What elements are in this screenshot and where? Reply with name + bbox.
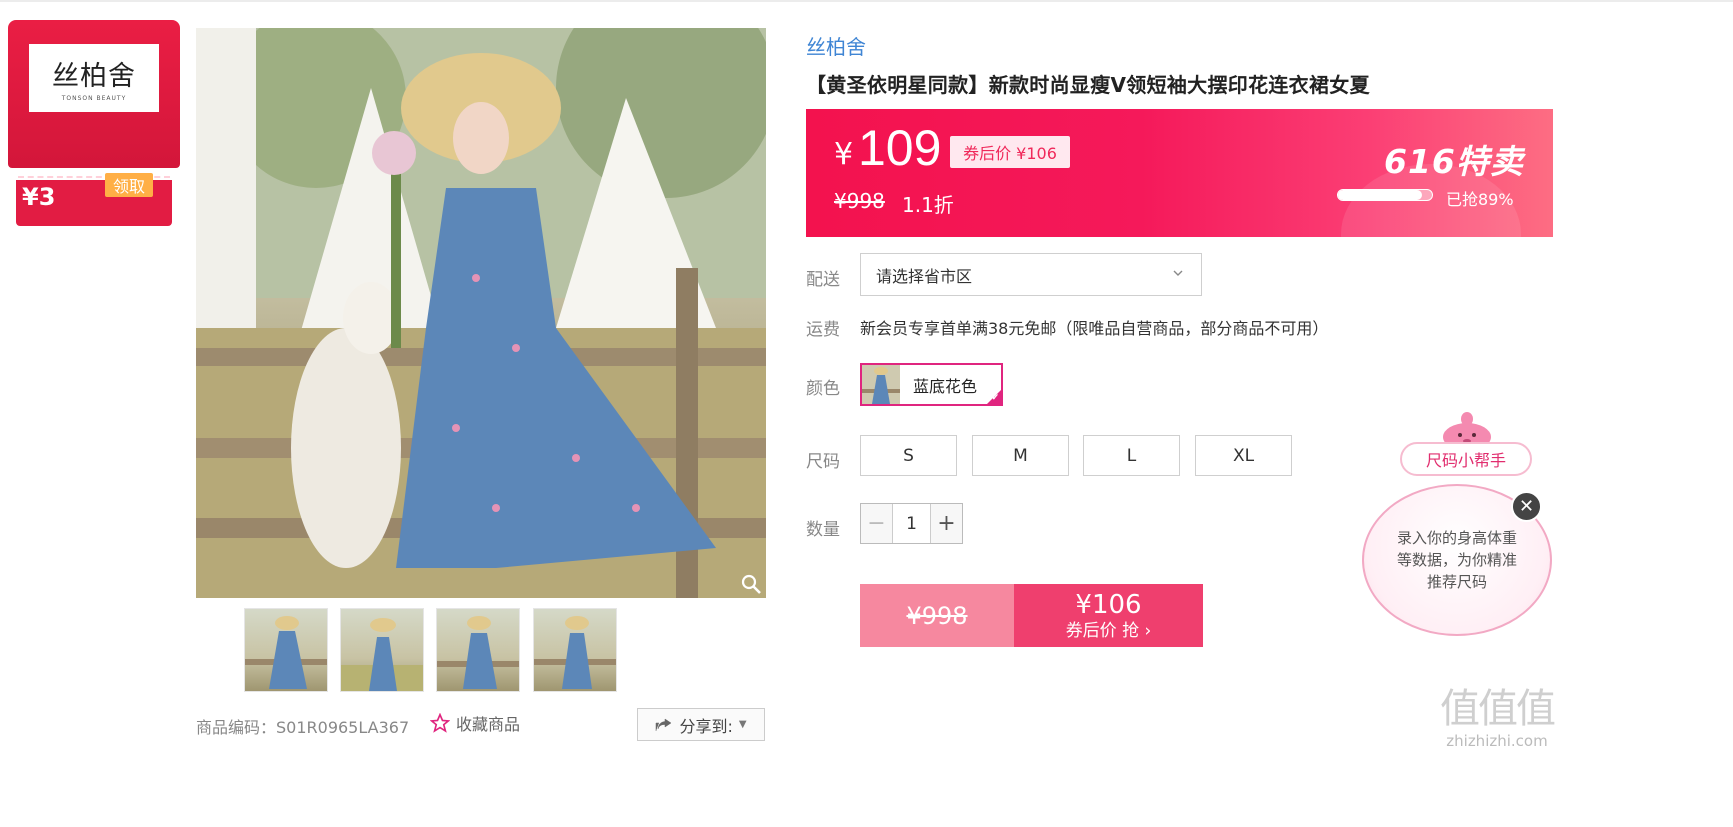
quantity-decrease-button[interactable]: − <box>861 504 893 543</box>
size-option-s[interactable]: S <box>860 435 957 476</box>
size-helper-button[interactable]: 尺码小帮手 <box>1400 442 1532 476</box>
main-product-image[interactable] <box>196 28 766 598</box>
shipping-info: 新会员专享首单满38元免邮（限唯品自营商品，部分商品不可用） <box>860 319 1329 338</box>
thumbnail-4[interactable] <box>533 608 617 692</box>
favorite-label: 收藏商品 <box>456 715 521 734</box>
share-label: 分享到: <box>679 716 733 736</box>
thumbnail-3-image <box>437 616 519 689</box>
thumbnail-2-image <box>341 618 423 691</box>
sold-progress-fill <box>1338 190 1422 200</box>
chevron-down-icon: ▼ <box>738 719 747 730</box>
product-photo <box>196 28 766 598</box>
watermark-logo: 值值值 <box>1440 686 1556 732</box>
quantity-label: 数量 <box>806 520 840 540</box>
size-label: 尺码 <box>806 452 840 472</box>
color-label: 颜色 <box>806 379 840 399</box>
coupon-price-tag: 券后价 ¥106 <box>950 136 1070 168</box>
zoom-icon[interactable] <box>739 572 763 596</box>
brand-link[interactable]: 丝柏舍 <box>806 31 866 60</box>
close-icon[interactable]: ✕ <box>1511 491 1542 522</box>
sold-progress-text: 已抢89% <box>1446 190 1514 209</box>
star-icon <box>430 713 450 733</box>
buy-price: ¥106 <box>1075 589 1142 620</box>
buy-original-price[interactable]: ¥998 <box>860 584 1014 647</box>
claim-coupon-button[interactable]: 领取 <box>105 173 153 197</box>
buy-now-button[interactable]: ¥106 券后价 抢 › <box>1014 584 1203 647</box>
product-title: 【黄圣依明星同款】新款时尚显瘦V领短袖大摆印花连衣裙女夏 <box>806 73 1370 97</box>
shipping-label: 运费 <box>806 320 840 340</box>
quantity-increase-button[interactable]: + <box>930 504 962 543</box>
size-option-m[interactable]: M <box>972 435 1069 476</box>
color-thumbnail <box>862 365 900 404</box>
favorite-button[interactable]: 收藏商品 <box>430 711 520 735</box>
site-watermark: 值值值 zhizhizhi.com <box>1432 676 1562 750</box>
checkmark-icon: ✔ <box>991 393 999 403</box>
buy-action-label: 券后价 抢 › <box>1065 620 1152 641</box>
sold-progress-bar <box>1337 189 1433 201</box>
discount-rate: 1.1折 <box>902 193 954 217</box>
top-divider <box>0 0 1733 2</box>
price-banner: ¥ 109 券后价 ¥106 ¥998 1.1折 616特卖 已抢89% <box>806 109 1553 237</box>
share-dropdown[interactable]: 分享到: ▼ <box>637 708 765 741</box>
thumbnail-1[interactable] <box>244 608 328 692</box>
quantity-stepper: − 1 + <box>860 503 963 544</box>
thumbnail-3[interactable] <box>436 608 520 692</box>
buy-button-group: ¥998 ¥106 券后价 抢 › <box>860 584 1203 647</box>
size-option-xl[interactable]: XL <box>1195 435 1292 476</box>
chevron-down-icon <box>1173 270 1183 276</box>
thumbnail-4-image <box>534 616 616 689</box>
brand-logo[interactable]: 丝柏舍 TONSON BEAUTY <box>29 44 159 112</box>
color-option-selected[interactable]: 蓝底花色 ✔ <box>860 363 1003 406</box>
original-price: ¥998 <box>834 189 885 213</box>
color-thumbnail-image <box>862 367 900 404</box>
sku-code: 商品编码：S01R0965LA367 <box>196 718 410 737</box>
coupon-amount: ¥3 <box>22 183 56 211</box>
thumbnail-1-image <box>245 616 327 689</box>
thumbnail-2[interactable] <box>340 608 424 692</box>
quantity-value[interactable]: 1 <box>893 504 930 543</box>
delivery-label: 配送 <box>806 270 840 290</box>
watermark-url: zhizhizhi.com <box>1446 732 1548 750</box>
brand-logo-subtext: TONSON BEAUTY <box>61 95 127 102</box>
delivery-region-select[interactable]: 请选择省市区 <box>860 253 1202 296</box>
current-price: 109 <box>858 120 942 176</box>
size-helper-text: 录入你的身高体重等数据，为你精准推荐尺码 <box>1396 529 1517 591</box>
currency-symbol: ¥ <box>834 137 854 172</box>
size-option-l[interactable]: L <box>1083 435 1180 476</box>
delivery-placeholder: 请选择省市区 <box>876 266 973 286</box>
color-option-label: 蓝底花色 <box>913 376 978 396</box>
brand-logo-text: 丝柏舍 <box>52 61 136 92</box>
share-icon <box>656 718 672 731</box>
promo-title: 616特卖 <box>1384 142 1524 181</box>
